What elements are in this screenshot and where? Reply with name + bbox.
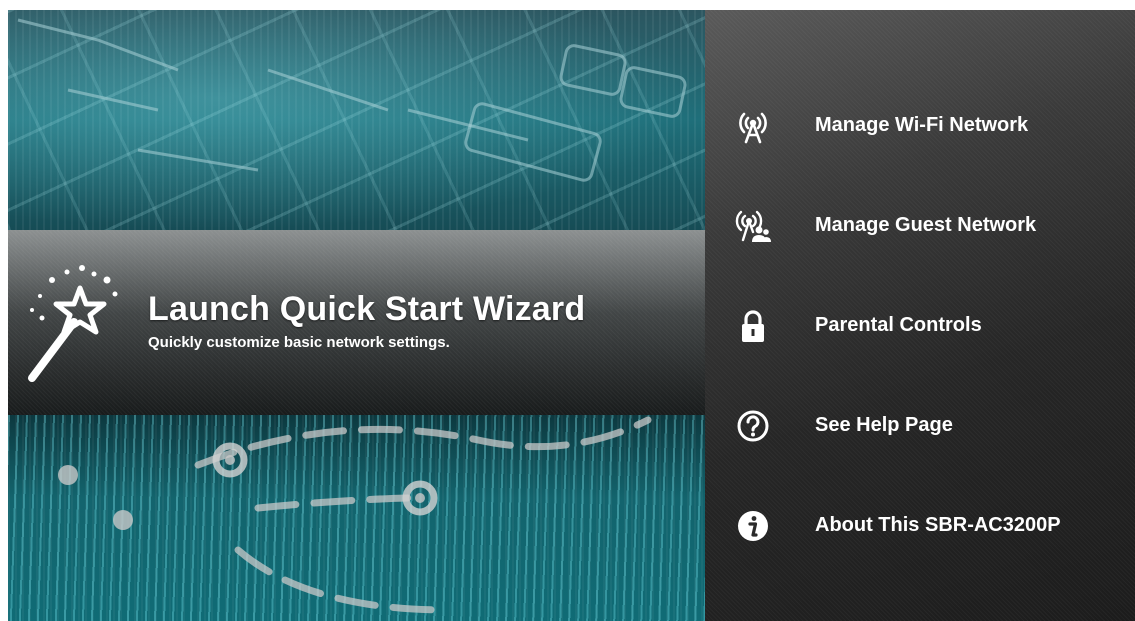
main-menu: Manage Wi-Fi Network Manage Guest Networ… bbox=[705, 10, 1135, 621]
magic-wand-icon bbox=[28, 265, 118, 382]
help-icon bbox=[737, 410, 769, 442]
quick-start-wizard-button[interactable]: Launch Quick Start Wizard Quickly custom… bbox=[8, 230, 705, 415]
wizard-subtitle: Quickly customize basic network settings… bbox=[148, 334, 450, 351]
wifi-tower-icon bbox=[739, 112, 767, 144]
menu-item-label: Parental Controls bbox=[815, 314, 982, 336]
menu-item-about[interactable]: About This SBR-AC3200P bbox=[705, 490, 1135, 560]
menu-item-manage-wifi[interactable]: Manage Wi-Fi Network bbox=[705, 90, 1135, 160]
menu-item-label: About This SBR-AC3200P bbox=[815, 514, 1061, 536]
menu-item-label: See Help Page bbox=[815, 414, 953, 436]
menu-item-parental-controls[interactable]: Parental Controls bbox=[705, 290, 1135, 360]
wizard-title: Launch Quick Start Wizard bbox=[148, 290, 586, 328]
menu-item-manage-guest[interactable]: Manage Guest Network bbox=[705, 190, 1135, 260]
menu-item-label: Manage Wi-Fi Network bbox=[815, 114, 1029, 136]
hero-panel: Launch Quick Start Wizard Quickly custom… bbox=[8, 10, 705, 621]
info-icon bbox=[738, 511, 768, 541]
lock-icon bbox=[742, 310, 764, 342]
guest-network-icon bbox=[735, 210, 771, 242]
menu-item-help[interactable]: See Help Page bbox=[705, 390, 1135, 460]
menu-item-label: Manage Guest Network bbox=[815, 214, 1037, 236]
